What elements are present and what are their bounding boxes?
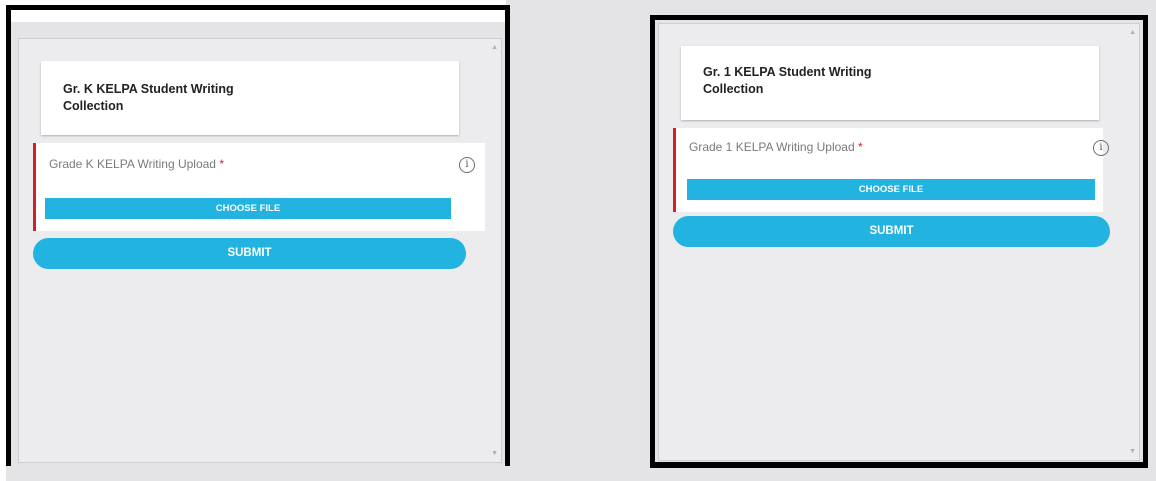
form-title-card: Gr. 1 KELPA Student Writing Collection — [681, 46, 1099, 120]
frame-left-left — [6, 5, 11, 466]
frame-left-right — [505, 5, 510, 466]
upload-field-label-text: Grade K KELPA Writing Upload — [49, 157, 216, 171]
required-asterisk: * — [858, 140, 863, 154]
upload-field-label-text: Grade 1 KELPA Writing Upload — [689, 140, 855, 154]
form-title-card: Gr. K KELPA Student Writing Collection — [41, 61, 459, 135]
frame-right-top — [650, 15, 1148, 20]
info-icon[interactable]: i — [459, 157, 475, 173]
frame-right-right — [1143, 15, 1148, 468]
scroll-down-arrow[interactable]: ▼ — [1129, 448, 1136, 455]
required-indicator-bar — [33, 143, 36, 231]
scroll-up-arrow[interactable]: ▲ — [491, 44, 498, 51]
choose-file-button[interactable]: CHOOSE FILE — [687, 179, 1095, 200]
screenshot-left: ▲ ▼ Gr. K KELPA Student Writing Collecti… — [6, 5, 510, 481]
screenshot-right: ▲ ▼ Gr. 1 KELPA Student Writing Collecti… — [650, 15, 1148, 468]
upload-field: Grade K KELPA Writing Upload * i CHOOSE … — [33, 143, 485, 231]
form-title: Gr. K KELPA Student Writing Collection — [63, 82, 234, 113]
form-panel: ▲ ▼ Gr. K KELPA Student Writing Collecti… — [18, 38, 502, 463]
submit-button[interactable]: SUBMIT — [33, 238, 466, 269]
info-icon[interactable]: i — [1093, 140, 1109, 156]
form-title: Gr. 1 KELPA Student Writing Collection — [703, 65, 872, 96]
scroll-up-arrow[interactable]: ▲ — [1129, 29, 1136, 36]
frame-left-top — [6, 5, 510, 10]
frame-right-left — [650, 15, 655, 468]
required-indicator-bar — [673, 128, 676, 212]
form-panel: ▲ ▼ Gr. 1 KELPA Student Writing Collecti… — [658, 23, 1140, 461]
frame-right-bottom — [650, 462, 1148, 468]
upload-field: Grade 1 KELPA Writing Upload * i CHOOSE … — [673, 128, 1109, 212]
scroll-down-arrow[interactable]: ▼ — [491, 450, 498, 457]
upload-field-label: Grade K KELPA Writing Upload * — [49, 157, 224, 171]
choose-file-button[interactable]: CHOOSE FILE — [45, 198, 451, 219]
required-asterisk: * — [219, 157, 224, 171]
upload-field-label: Grade 1 KELPA Writing Upload * — [689, 140, 863, 154]
submit-button[interactable]: SUBMIT — [673, 216, 1110, 247]
